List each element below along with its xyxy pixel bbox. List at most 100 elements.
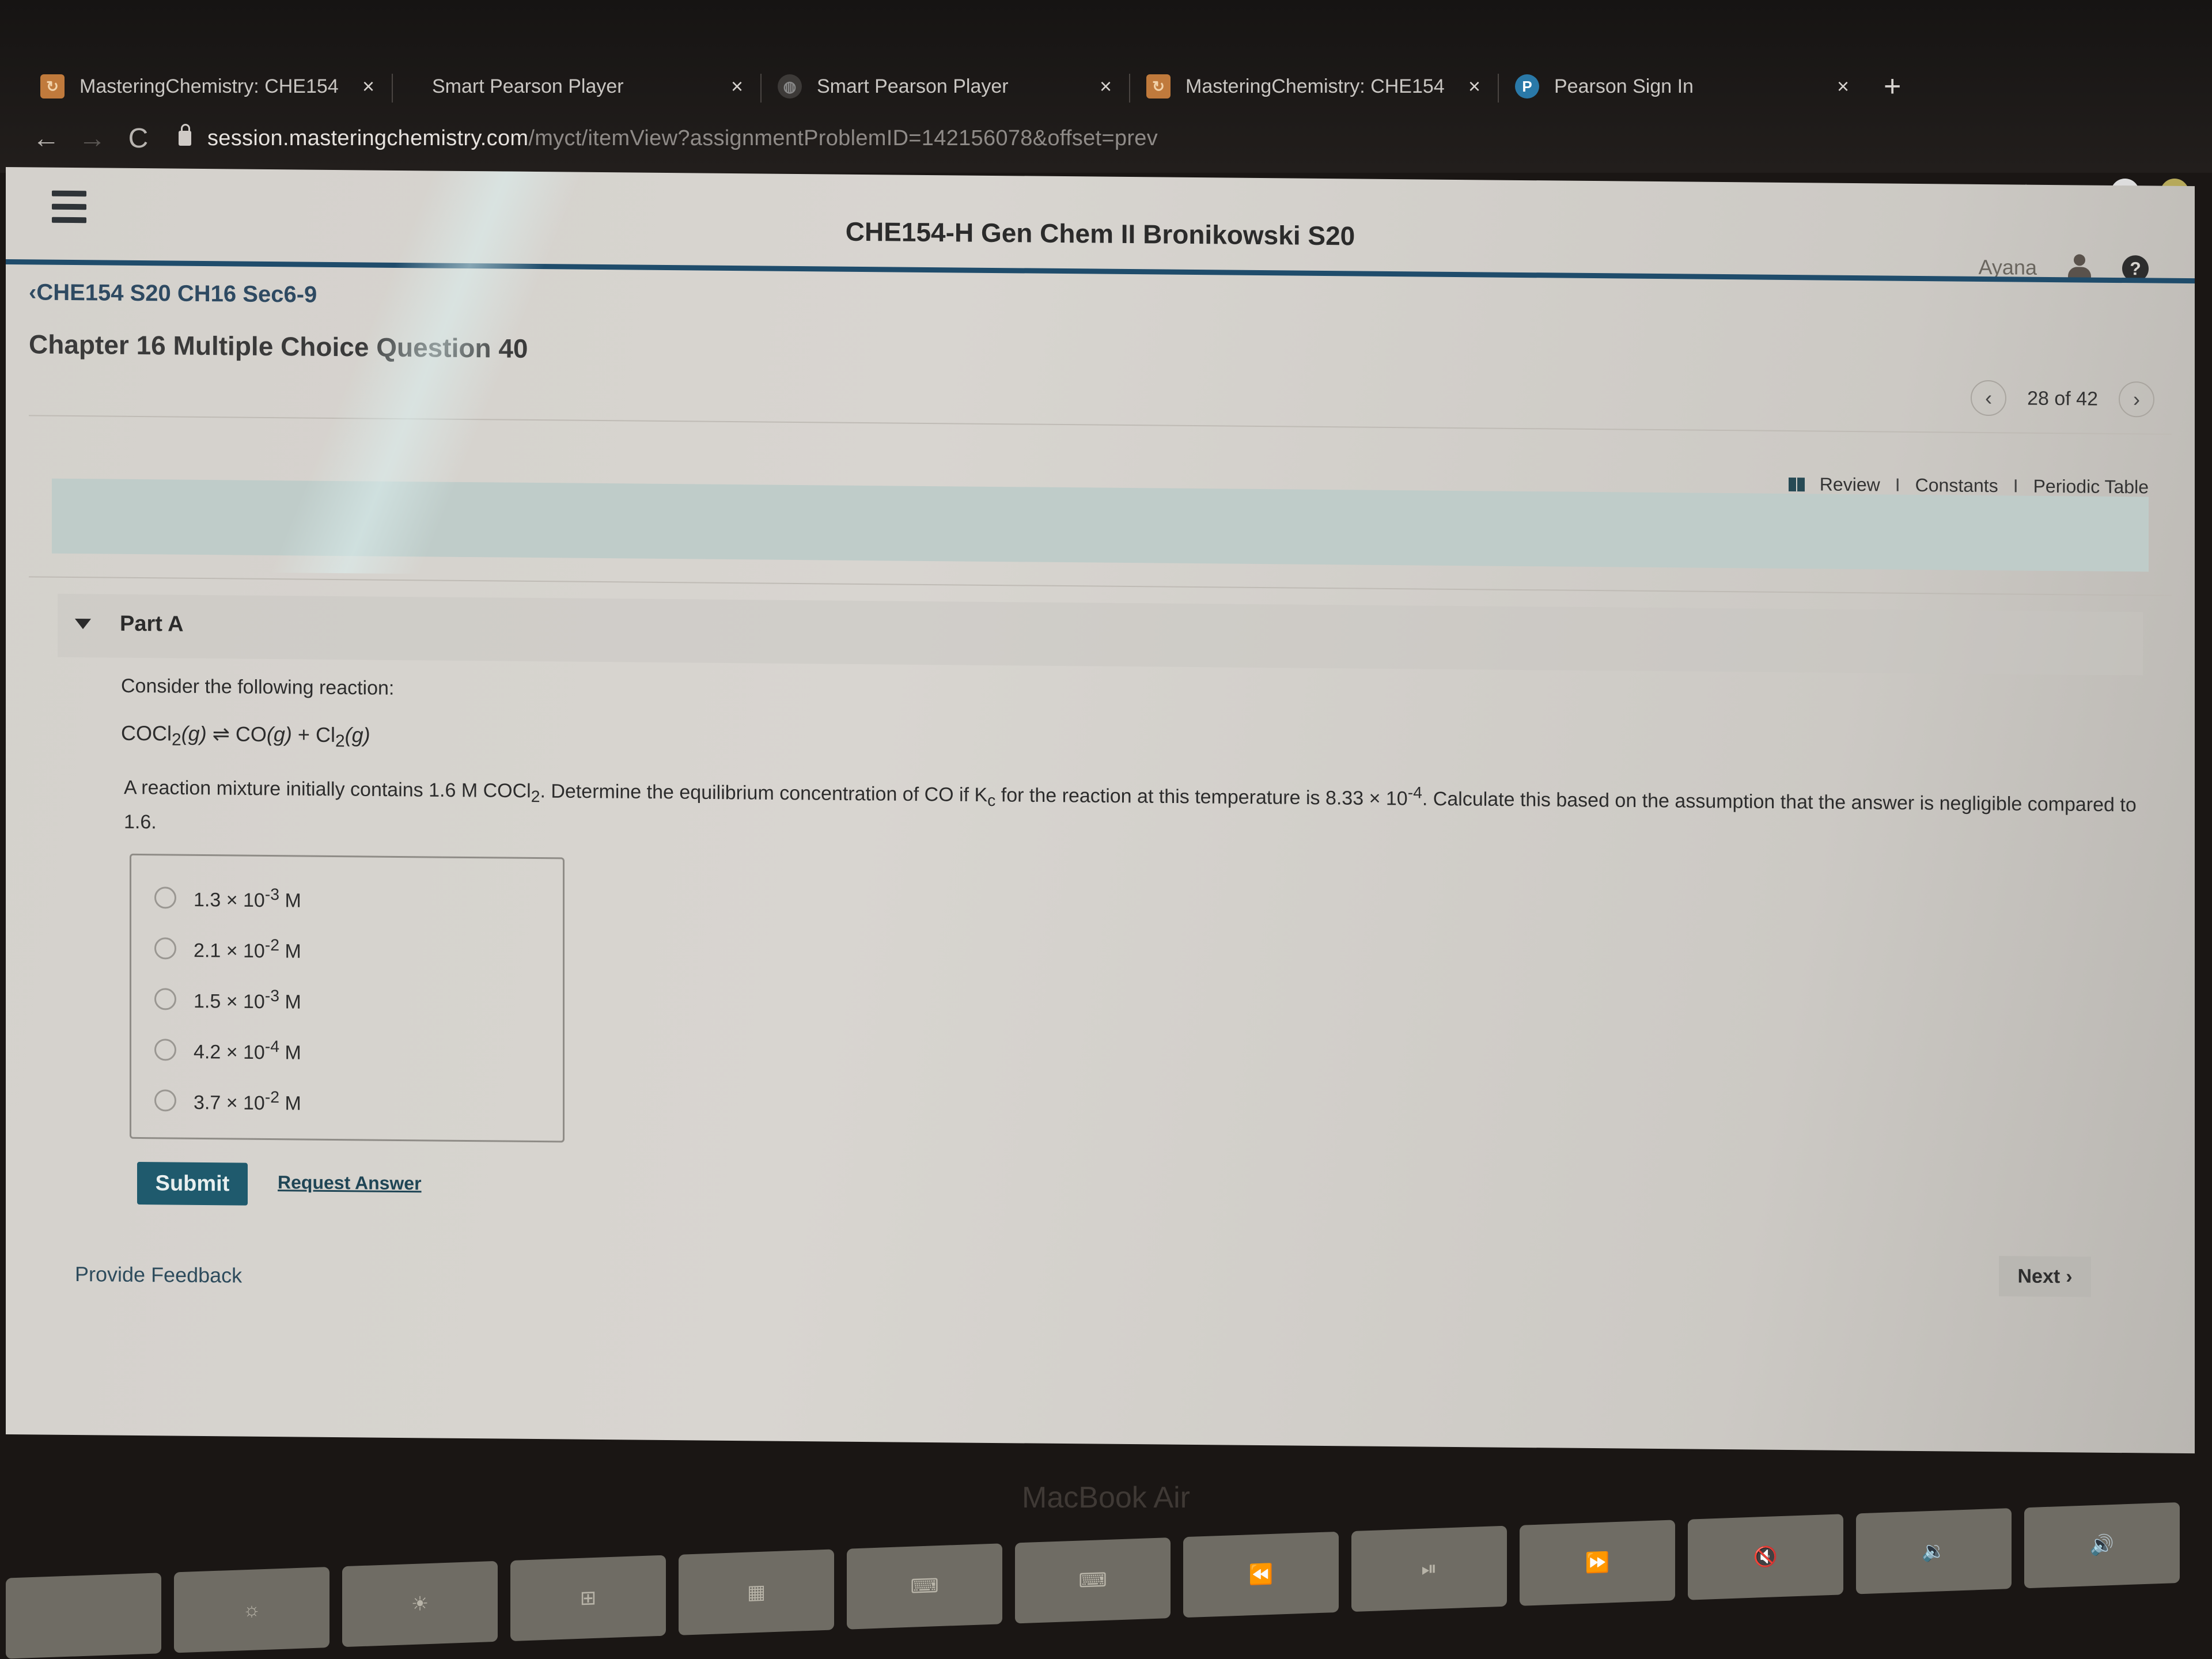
key: ☼: [174, 1567, 329, 1653]
state: (g): [181, 721, 207, 746]
close-tab-icon[interactable]: ×: [1100, 74, 1112, 99]
mastering-icon: ↻: [40, 74, 65, 99]
choice-label: 4.2 × 10-4 M: [194, 1037, 301, 1064]
tab-label: Smart Pearson Player: [432, 75, 624, 97]
radio-button[interactable]: [154, 887, 176, 909]
product: Cl: [315, 722, 335, 747]
subscript: 2: [335, 732, 345, 751]
forward-button[interactable]: →: [69, 123, 115, 154]
key: ⏪: [1183, 1531, 1339, 1618]
page-title: Chapter 16 Multiple Choice Question 40: [29, 329, 528, 363]
close-tab-icon[interactable]: ×: [731, 74, 743, 99]
close-tab-icon[interactable]: ×: [1468, 74, 1480, 99]
subscript: 2: [531, 787, 540, 806]
tab-pearson-player-2[interactable]: ◍ Smart Pearson Player ×: [760, 58, 1129, 115]
radio-button[interactable]: [154, 988, 176, 1010]
key: ⏯: [1351, 1525, 1507, 1612]
choice-label: 1.3 × 10-3 M: [194, 885, 301, 912]
keyboard-row: ☼ ☀ ⊞ ▦ ⌨ ⌨ ⏪ ⏯ ⏩ 🔇 🔉 🔊: [0, 1501, 2212, 1659]
separator: I: [1895, 474, 1900, 495]
chevron-right-icon: ›: [2066, 1265, 2073, 1287]
part-a-toggle[interactable]: Part A: [75, 611, 184, 637]
key: ⌨: [1015, 1537, 1171, 1624]
superscript: -4: [1407, 783, 1422, 802]
choice-label: 3.7 × 10-2 M: [194, 1088, 301, 1115]
key: 🔇: [1688, 1514, 1843, 1600]
pager-position: 28 of 42: [2027, 387, 2098, 410]
close-tab-icon[interactable]: ×: [1837, 74, 1849, 99]
choice-3[interactable]: 1.5 × 10-3 M: [154, 986, 301, 1014]
product: CO: [235, 722, 267, 746]
prompt-text: for the reaction at this temperature is …: [995, 784, 1408, 810]
part-header-band: [58, 593, 2143, 676]
key: [6, 1573, 161, 1659]
reactant: COCl: [121, 721, 172, 745]
course-title: CHE154-H Gen Chem II Bronikowski S20: [845, 216, 1355, 251]
equilibrium-arrow: ⇌: [212, 722, 230, 746]
tab-label: MasteringChemistry: CHE154: [79, 75, 339, 97]
separator: I: [2013, 475, 2018, 497]
lock-icon: [179, 124, 191, 146]
reload-button[interactable]: C: [115, 123, 161, 154]
subscript: c: [987, 791, 996, 810]
tab-mastering-1[interactable]: ↻ MasteringChemistry: CHE154 ×: [23, 58, 392, 115]
key: ▦: [679, 1549, 834, 1635]
tab-pearson-sign-in[interactable]: P Pearson Sign In ×: [1498, 58, 1866, 115]
choice-label: 2.1 × 10-2 M: [194, 935, 301, 963]
pearson-player-icon: ◍: [778, 74, 802, 99]
radio-button[interactable]: [154, 937, 176, 960]
radio-button[interactable]: [154, 1089, 176, 1112]
key: ☀: [342, 1560, 498, 1647]
choice-label: 1.5 × 10-3 M: [194, 986, 301, 1013]
address-bar: ← → C session.masteringchemistry.com/myc…: [23, 115, 2200, 161]
choice-2[interactable]: 2.1 × 10-2 M: [154, 935, 301, 963]
new-tab-button[interactable]: +: [1884, 69, 1901, 104]
next-button[interactable]: Next ›: [1999, 1256, 2091, 1297]
browser-chrome: ↻ MasteringChemistry: CHE154 × Smart Pea…: [0, 0, 2212, 207]
submit-button[interactable]: Submit: [137, 1161, 248, 1206]
provide-feedback-link[interactable]: Provide Feedback: [75, 1262, 242, 1288]
tab-label: Smart Pearson Player: [817, 75, 1009, 97]
pager: ‹ 28 of 42 ›: [1971, 380, 2154, 418]
tab-pearson-player-1[interactable]: Smart Pearson Player ×: [392, 58, 760, 115]
radio-button[interactable]: [154, 1039, 176, 1061]
divider: [29, 415, 2172, 435]
prompt-text: A reaction mixture initially contains 1.…: [124, 777, 531, 802]
back-button[interactable]: ←: [23, 123, 69, 154]
subscript: 2: [172, 730, 181, 749]
caret-down-icon: [75, 618, 91, 629]
pearson-icon: P: [1515, 74, 1539, 99]
key: ⊞: [510, 1555, 666, 1642]
choice-5[interactable]: 3.7 × 10-2 M: [154, 1087, 301, 1115]
plus-sign: +: [297, 722, 310, 747]
top-bar: CHE154-H Gen Chem II Bronikowski S20: [6, 167, 2195, 272]
close-tab-icon[interactable]: ×: [362, 74, 374, 99]
divider: [29, 576, 2172, 596]
breadcrumb[interactable]: ‹CHE154 S20 CH16 Sec6-9: [29, 279, 317, 308]
url-input[interactable]: session.masteringchemistry.com/myct/item…: [207, 126, 1158, 151]
tab-strip: ↻ MasteringChemistry: CHE154 × Smart Pea…: [23, 58, 1901, 115]
device-label: MacBook Air: [1022, 1481, 1190, 1514]
state: (g): [344, 723, 370, 747]
periodic-table-link[interactable]: Periodic Table: [2033, 476, 2149, 498]
key: 🔊: [2024, 1502, 2180, 1589]
review-link[interactable]: Review: [1820, 474, 1880, 495]
tab-label: Pearson Sign In: [1554, 75, 1694, 97]
mastering-icon: ↻: [1146, 74, 1171, 99]
constants-link[interactable]: Constants: [1915, 475, 1998, 497]
url-host: session.masteringchemistry.com: [207, 126, 529, 150]
web-page: CHE154-H Gen Chem II Bronikowski S20 Aya…: [6, 167, 2195, 1454]
request-answer-link[interactable]: Request Answer: [278, 1172, 422, 1194]
tab-mastering-2[interactable]: ↻ MasteringChemistry: CHE154 ×: [1129, 58, 1498, 115]
choice-1[interactable]: 1.3 × 10-3 M: [154, 884, 301, 912]
previous-question-button[interactable]: ‹: [1971, 380, 2007, 416]
state: (g): [266, 722, 292, 747]
choice-4[interactable]: 4.2 × 10-4 M: [154, 1036, 301, 1065]
question-prompt: A reaction mixture initially contains 1.…: [124, 767, 2140, 854]
tab-label: MasteringChemistry: CHE154: [1185, 75, 1445, 97]
next-question-button[interactable]: ›: [2119, 381, 2154, 418]
reaction-equation: COCl2(g) ⇌ CO(g) + Cl2(g): [121, 721, 370, 752]
part-label: Part A: [120, 611, 184, 637]
url-path: /myct/itemView?assignmentProblemID=14215…: [528, 126, 1158, 150]
answer-choices: 1.3 × 10-3 M 2.1 × 10-2 M 1.5 × 10-3 M 4…: [130, 853, 565, 1143]
